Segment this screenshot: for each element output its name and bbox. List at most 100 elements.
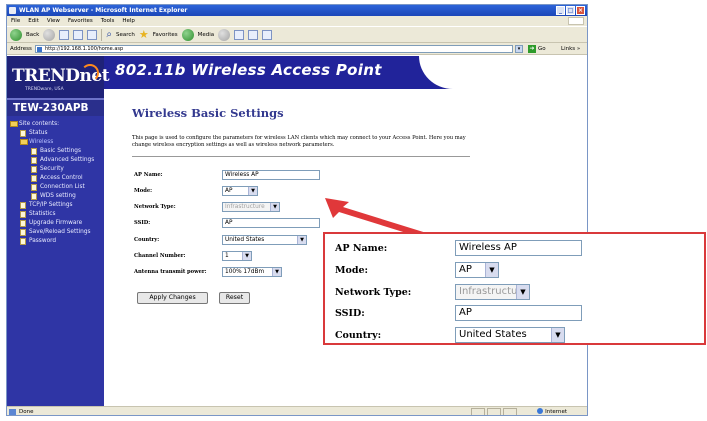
sidebar-item-password[interactable]: Password (7, 237, 104, 246)
security-zone: Internet (537, 407, 567, 415)
sidebar-item-tcpip-settings[interactable]: TCP/IP Settings (7, 201, 104, 210)
refresh-icon[interactable] (73, 29, 84, 40)
sidebar-item-wds-setting[interactable]: WDS setting (7, 192, 104, 201)
zoom-country-row: Country: United States ▼ (325, 326, 705, 346)
folder-icon (10, 121, 18, 127)
document-icon (20, 229, 26, 236)
document-icon (31, 157, 37, 164)
status-text: Done (19, 409, 34, 415)
sidebar-item-upgrade-firmware[interactable]: Upgrade Firmware (7, 219, 104, 228)
page-description: This page is used to configure the param… (132, 135, 466, 148)
divider (132, 156, 470, 157)
logo-swirl-icon (81, 64, 99, 82)
zoom-ssid-label: SSID: (335, 308, 365, 319)
menu-file[interactable]: File (11, 16, 20, 26)
sidebar-item-security[interactable]: Security (7, 165, 104, 174)
zoom-ap-name-label: AP Name: (335, 243, 388, 254)
zoom-mode-label: Mode: (335, 265, 369, 276)
back-arrow-icon[interactable] (10, 28, 22, 41)
document-icon (20, 220, 26, 227)
links-button[interactable]: Links » (561, 45, 580, 53)
address-label: Address (10, 46, 32, 52)
sidebar-item-wireless[interactable]: Wireless (7, 138, 104, 147)
sidebar-item-save-reload-settings[interactable]: Save/Reload Settings (7, 228, 104, 237)
zoom-ap-name-input[interactable]: Wireless AP (455, 240, 582, 256)
windows-logo-icon (568, 17, 584, 25)
browser-window: WLAN AP Webserver - Microsoft Internet E… (6, 4, 588, 416)
chevron-down-icon: ▼ (248, 187, 257, 195)
apply-changes-button[interactable]: Apply Changes (137, 292, 208, 304)
address-url: http://192.168.1.100/home.asp (45, 46, 124, 52)
zoom-ssid-input[interactable]: AP (455, 305, 582, 321)
zoom-ap-name-row: AP Name: Wireless AP (325, 239, 705, 259)
country-select[interactable]: United States ▼ (222, 235, 307, 245)
media-button[interactable]: Media (198, 32, 215, 38)
zoom-country-select[interactable]: United States ▼ (455, 327, 565, 343)
address-dropdown-button[interactable]: ▾ (515, 45, 523, 53)
zoom-network-type-label: Network Type: (335, 287, 412, 298)
favorites-star-icon[interactable]: ★ (139, 29, 149, 40)
menu-favorites[interactable]: Favorites (68, 16, 93, 26)
document-icon (31, 166, 37, 173)
forward-arrow-icon[interactable] (43, 28, 56, 41)
sidebar-item-statistics[interactable]: Statistics (7, 210, 104, 219)
menu-view[interactable]: View (47, 16, 60, 26)
mail-icon[interactable] (234, 29, 245, 40)
search-icon[interactable]: ⌕ (106, 29, 112, 40)
status-panel (471, 408, 485, 415)
minimize-button[interactable]: _ (556, 6, 565, 15)
ap-name-input[interactable]: Wireless AP (222, 170, 320, 180)
sidebar-item-access-control[interactable]: Access Control (7, 174, 104, 183)
history-icon[interactable] (218, 28, 231, 41)
toolbar: Back ⌕ Search ★ Favorites Media (7, 26, 587, 43)
document-icon (31, 193, 37, 200)
favorites-button[interactable]: Favorites (153, 32, 178, 38)
sidebar-item-basic-settings[interactable]: Basic Settings (7, 147, 104, 156)
menu-tools[interactable]: Tools (101, 16, 115, 26)
document-icon (31, 175, 37, 182)
window-title: WLAN AP Webserver - Microsoft Internet E… (19, 7, 188, 14)
page-icon (37, 47, 42, 52)
stop-icon[interactable] (59, 29, 70, 40)
menu-edit[interactable]: Edit (28, 16, 39, 26)
media-icon[interactable] (181, 28, 194, 41)
logo-tagline: TRENDware, USA (25, 87, 64, 92)
sidebar-item-connection-list[interactable]: Connection List (7, 183, 104, 192)
menu-help[interactable]: Help (122, 16, 135, 26)
country-label: Country: (134, 237, 160, 243)
sidebar-item-status[interactable]: Status (7, 129, 104, 138)
status-panels (471, 408, 517, 415)
ap-name-row: AP Name: Wireless AP (132, 170, 392, 182)
channel-select[interactable]: 1 ▼ (222, 251, 252, 261)
mode-select[interactable]: AP ▼ (222, 186, 258, 196)
search-button[interactable]: Search (116, 32, 135, 38)
go-button[interactable]: ➜ Go (528, 45, 546, 53)
address-input[interactable]: http://192.168.1.100/home.asp (35, 45, 513, 53)
zoom-country-value: United States (459, 329, 527, 340)
page-done-icon (9, 409, 16, 415)
back-button[interactable]: Back (26, 32, 39, 38)
mode-value: AP (225, 188, 233, 194)
channel-label: Channel Number: (134, 253, 186, 259)
chevron-down-icon: ▼ (485, 263, 498, 277)
sidebar-item-advanced-settings[interactable]: Advanced Settings (7, 156, 104, 165)
document-icon (20, 202, 26, 209)
print-icon[interactable] (248, 29, 259, 40)
edit-icon[interactable] (262, 29, 273, 40)
go-label: Go (538, 46, 546, 52)
zoom-country-label: Country: (335, 330, 382, 341)
home-icon[interactable] (87, 29, 98, 40)
chevron-down-icon: ▼ (242, 252, 251, 260)
web-page: 802.11b Wireless Access Point TRENDnet T… (7, 56, 587, 406)
document-icon (31, 148, 37, 155)
chevron-down-icon: ▼ (516, 285, 529, 299)
ssid-input[interactable]: AP (222, 218, 320, 228)
close-button[interactable]: × (576, 6, 585, 15)
banner-curve (419, 56, 587, 89)
zoom-mode-select[interactable]: AP ▼ (455, 262, 499, 278)
reset-button[interactable]: Reset (219, 292, 250, 304)
go-arrow-icon: ➜ (528, 45, 536, 53)
maximize-button[interactable]: □ (566, 6, 575, 15)
power-select[interactable]: 100% 17dBm ▼ (222, 267, 282, 277)
network-type-label: Network Type: (134, 204, 176, 210)
